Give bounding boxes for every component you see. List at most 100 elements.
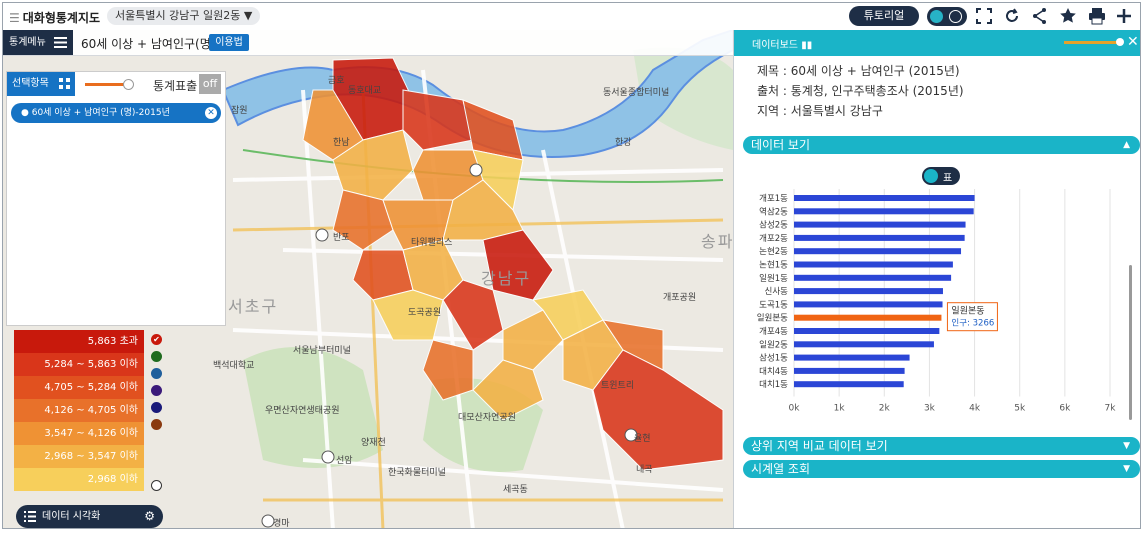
legend-class[interactable]: 2,968 ~ 3,547 이하 [14,445,144,468]
bar[interactable] [794,208,974,215]
stat-menu-label: 통계메뉴 [9,37,46,48]
toggle-knob [930,10,943,23]
menu-icon[interactable]: ☰ [9,11,20,25]
tooltip-name: 일원본동 [951,306,984,317]
stat-title: 60세 이상 + 남여인구(명) [81,37,216,51]
map-label: 율현 [634,434,651,444]
data-view-section[interactable]: 데이터 보기 ▲ [743,136,1140,154]
y-tick-label: 개포4동 [759,326,788,337]
map-label: 금호 [328,76,345,86]
legend-class[interactable]: 5,863 초과 [14,330,144,353]
x-tick-label: 0k [789,404,801,414]
bar[interactable] [794,195,975,201]
map-mode-toggle[interactable] [927,7,967,26]
map-label: 도곡공원 [408,308,442,318]
timeseries-section[interactable]: 시계열 조회 ▼ [743,460,1140,478]
stat-display-toggle[interactable]: off [199,74,221,94]
selection-header[interactable]: 선택항목 [7,72,75,96]
gear-icon[interactable]: ⚙ [144,505,155,528]
print-icon[interactable] [1088,7,1106,25]
refresh-icon[interactable] [1003,7,1021,25]
chevron-down-icon: ▼ [1123,441,1130,451]
map-toolbar: 통계메뉴 60세 이상 + 남여인구(명) 이용법 [3,30,733,56]
close-icon[interactable]: ✕ [1127,34,1139,50]
palette-option[interactable] [151,419,162,430]
palette-option[interactable] [151,351,162,362]
legend-class[interactable]: 4,705 ~ 5,284 이하 [14,376,144,399]
chart-scrollbar[interactable] [1129,265,1132,420]
bar[interactable] [794,234,965,241]
fullscreen-icon[interactable] [975,7,993,25]
palette-picker: ✔ [151,334,165,497]
bar[interactable] [794,341,934,348]
compare-label: 상위 지역 비교 데이터 보기 [751,439,888,453]
timeseries-label: 시계열 조회 [751,462,811,476]
legend-class[interactable]: 2,968 이하 [14,468,144,491]
board-opacity-slider[interactable] [1064,41,1120,44]
data-board-title-text: 데이터보드 [752,40,798,51]
chart-table-toggle[interactable]: 표 [922,167,960,185]
tooltip-value: 인구: 3266 [951,318,994,329]
legend-class[interactable]: 5,284 ~ 5,863 이하 [14,353,144,376]
x-tick-label: 6k [1059,404,1071,414]
bar[interactable] [794,248,962,255]
legend-class[interactable]: 4,126 ~ 4,705 이하 [14,399,144,422]
check-icon[interactable]: ✔ [151,334,162,345]
data-board-header: 데이터보드 ▮▮ ✕ [734,30,1140,56]
y-tick-label: 신사동 [765,287,789,297]
map-label: 백석대학교 [213,361,255,371]
x-tick-label: 5k [1014,404,1026,414]
map-label: 강남구 [481,269,532,288]
bar[interactable] [794,261,953,268]
data-visualization-button[interactable]: 데이터 시각화 ⚙ [16,505,163,528]
map-label: 서울남부터미널 [293,346,351,356]
bar[interactable] [794,381,904,388]
legend-class[interactable]: 3,547 ~ 4,126 이하 [14,422,144,445]
plus-icon[interactable] [1115,7,1133,25]
selected-stat-chip[interactable]: ● 60세 이상 + 남여인구 (명)-2015년 ✕ [11,103,221,123]
palette-option[interactable] [151,385,162,396]
chevron-down-icon: ▼ [243,9,253,22]
y-tick-label: 대치4동 [759,367,788,377]
opacity-slider[interactable] [85,83,127,86]
stat-menu-button[interactable]: 통계메뉴 [3,30,73,55]
map-label: 우면산자연생태공원 [265,406,340,416]
bar[interactable] [794,221,966,228]
map-label: 대모산자연공원 [458,413,516,423]
list-icon [24,511,36,522]
meta-source: 출처 : 통계청, 인구주택총조사 (2015년) [757,84,964,98]
map-label: 내곡 [636,465,653,475]
y-tick-label: 개포2동 [759,233,788,244]
map-label: 양재천 [361,438,386,448]
bar[interactable] [794,354,910,361]
bar[interactable] [794,367,905,374]
board-opacity-handle[interactable] [1116,38,1124,46]
chart-tooltip: 일원본동인구: 3266 [946,302,998,332]
region-selector[interactable]: 서울특별시 강남구 일원2동 ▼ [107,7,261,25]
map-label: 선암 [336,456,353,466]
usage-button[interactable]: 이용법 [209,34,249,51]
opacity-slider-handle[interactable] [123,79,134,90]
share-icon[interactable] [1031,7,1049,25]
app-title[interactable]: ☰ 대화형통계지도 [9,9,100,26]
no-color-icon[interactable] [151,480,162,491]
map-label: 반포 [333,233,350,243]
compare-section[interactable]: 상위 지역 비교 데이터 보기 ▼ [743,437,1140,455]
tutorial-button[interactable]: 튜토리얼 [849,6,919,26]
bar[interactable] [794,328,940,334]
hamburger-icon [54,37,67,48]
palette-option[interactable] [151,402,162,413]
map-label: 한강 [615,138,632,148]
bar[interactable] [794,288,943,295]
bar[interactable] [794,314,942,321]
selection-header-label: 선택항목 [12,78,49,89]
bar[interactable] [794,274,952,281]
bar[interactable] [794,301,943,308]
palette-option[interactable] [151,368,162,379]
x-tick-label: 1k [834,404,846,414]
legend: 5,863 초과 5,284 ~ 5,863 이하 4,705 ~ 5,284 … [14,330,144,496]
map-label: 세곡동 [503,485,528,495]
close-icon[interactable]: ✕ [205,107,217,119]
star-icon[interactable] [1059,7,1077,25]
map-label: 동호대교 [348,86,382,96]
